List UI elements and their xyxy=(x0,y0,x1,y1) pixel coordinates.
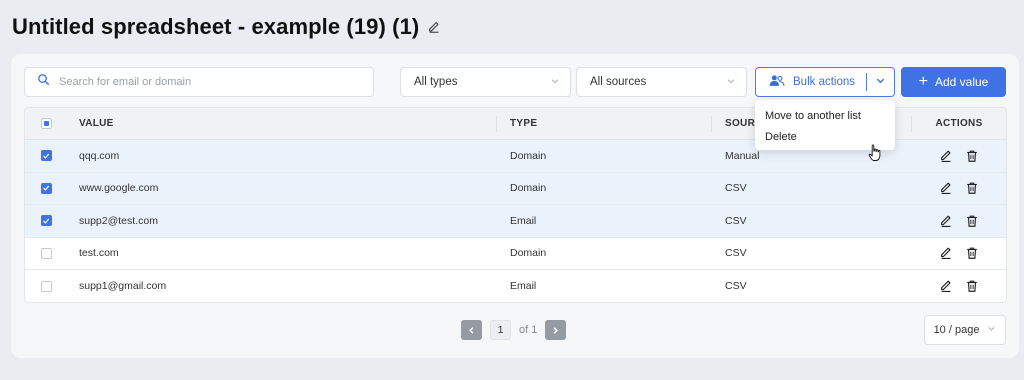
page-title: Untitled spreadsheet - example (19) (1) xyxy=(12,14,420,39)
type-filter-value: All types xyxy=(414,76,458,88)
chevron-down-icon xyxy=(875,75,886,89)
cell-source: CSV xyxy=(725,280,747,293)
users-icon xyxy=(769,74,785,90)
source-filter-select[interactable]: All sources xyxy=(576,67,747,97)
row-checkbox[interactable] xyxy=(40,280,52,292)
search-icon xyxy=(37,73,50,91)
edit-icon[interactable] xyxy=(939,246,953,260)
row-actions xyxy=(912,149,1006,163)
chevron-down-icon xyxy=(726,76,736,89)
cell-value: test.com xyxy=(79,247,119,260)
page-size-value: 10 / page xyxy=(933,324,980,336)
header-type[interactable]: TYPE xyxy=(497,118,712,129)
pagination: 1 of 1 xyxy=(461,320,567,340)
page-total: of 1 xyxy=(519,324,538,336)
cell-type: Domain xyxy=(510,149,547,162)
cell-type: Email xyxy=(510,214,537,227)
header-actions: ACTIONS xyxy=(935,118,983,129)
prev-page-button[interactable] xyxy=(461,320,482,340)
column-divider xyxy=(496,116,497,132)
column-divider xyxy=(711,116,712,132)
select-all-checkbox[interactable] xyxy=(40,118,52,129)
cell-type: Domain xyxy=(510,182,547,195)
cell-value: supp2@test.com xyxy=(79,214,158,227)
page-size-select[interactable]: 10 / page xyxy=(924,315,1006,345)
cell-source: CSV xyxy=(725,214,747,227)
cell-source: CSV xyxy=(725,182,747,195)
source-filter-value: All sources xyxy=(590,76,647,88)
search-field[interactable] xyxy=(24,67,374,97)
bulk-actions-button[interactable]: Bulk actions xyxy=(755,67,895,97)
row-actions xyxy=(912,279,1006,293)
row-checkbox[interactable] xyxy=(40,182,52,194)
trash-icon[interactable] xyxy=(965,214,979,228)
trash-icon[interactable] xyxy=(965,181,979,195)
edit-icon[interactable] xyxy=(939,149,953,163)
row-checkbox[interactable] xyxy=(40,150,52,162)
row-checkbox[interactable] xyxy=(40,215,52,227)
cell-value: www.google.com xyxy=(79,182,159,195)
cell-value: qqq.com xyxy=(79,149,120,162)
bulk-actions-toggle[interactable] xyxy=(867,68,894,96)
next-page-button[interactable] xyxy=(545,320,567,340)
menu-item-move-to-list[interactable]: Move to another list xyxy=(755,105,895,126)
type-filter-select[interactable]: All types xyxy=(400,67,571,97)
add-value-button[interactable]: + Add value xyxy=(901,67,1006,97)
cell-type: Domain xyxy=(510,247,547,260)
add-value-label: Add value xyxy=(934,75,989,89)
table-row[interactable]: test.com Domain CSV xyxy=(25,238,1006,270)
chevron-down-icon xyxy=(550,76,560,89)
table-row[interactable]: supp2@test.com Email CSV xyxy=(25,205,1006,238)
trash-icon[interactable] xyxy=(965,246,979,260)
cell-source: Manual xyxy=(725,149,760,162)
bulk-actions-menu: Move to another list Delete xyxy=(755,100,895,150)
bulk-actions-main[interactable]: Bulk actions xyxy=(756,68,866,96)
trash-icon[interactable] xyxy=(965,279,979,293)
list-card: All types All sources Bulk actions + Add… xyxy=(11,54,1019,358)
edit-icon[interactable] xyxy=(939,181,953,195)
row-actions xyxy=(912,246,1006,260)
row-checkbox[interactable] xyxy=(40,247,52,259)
chevron-right-icon xyxy=(554,326,559,334)
column-divider xyxy=(911,116,912,132)
row-actions xyxy=(912,214,1006,228)
header-value[interactable]: VALUE xyxy=(67,118,497,129)
edit-icon[interactable] xyxy=(939,279,953,293)
cell-type: Email xyxy=(510,280,537,293)
trash-icon[interactable] xyxy=(965,149,979,163)
edit-icon[interactable] xyxy=(939,214,953,228)
page-header: Untitled spreadsheet - example (19) (1) xyxy=(12,12,441,42)
bulk-actions-label: Bulk actions xyxy=(793,76,856,88)
pencil-icon[interactable] xyxy=(427,20,441,34)
current-page[interactable]: 1 xyxy=(490,320,511,340)
search-input[interactable] xyxy=(59,76,349,88)
cell-source: CSV xyxy=(725,247,747,260)
cell-value: supp1@gmail.com xyxy=(79,280,167,293)
chevron-down-icon xyxy=(987,324,996,336)
row-actions xyxy=(912,181,1006,195)
chevron-left-icon xyxy=(469,326,474,334)
table-row[interactable]: supp1@gmail.com Email CSV xyxy=(25,270,1006,302)
plus-icon: + xyxy=(918,72,928,90)
hand-cursor-icon xyxy=(868,144,882,162)
table-row[interactable]: www.google.com Domain CSV xyxy=(25,172,1006,205)
